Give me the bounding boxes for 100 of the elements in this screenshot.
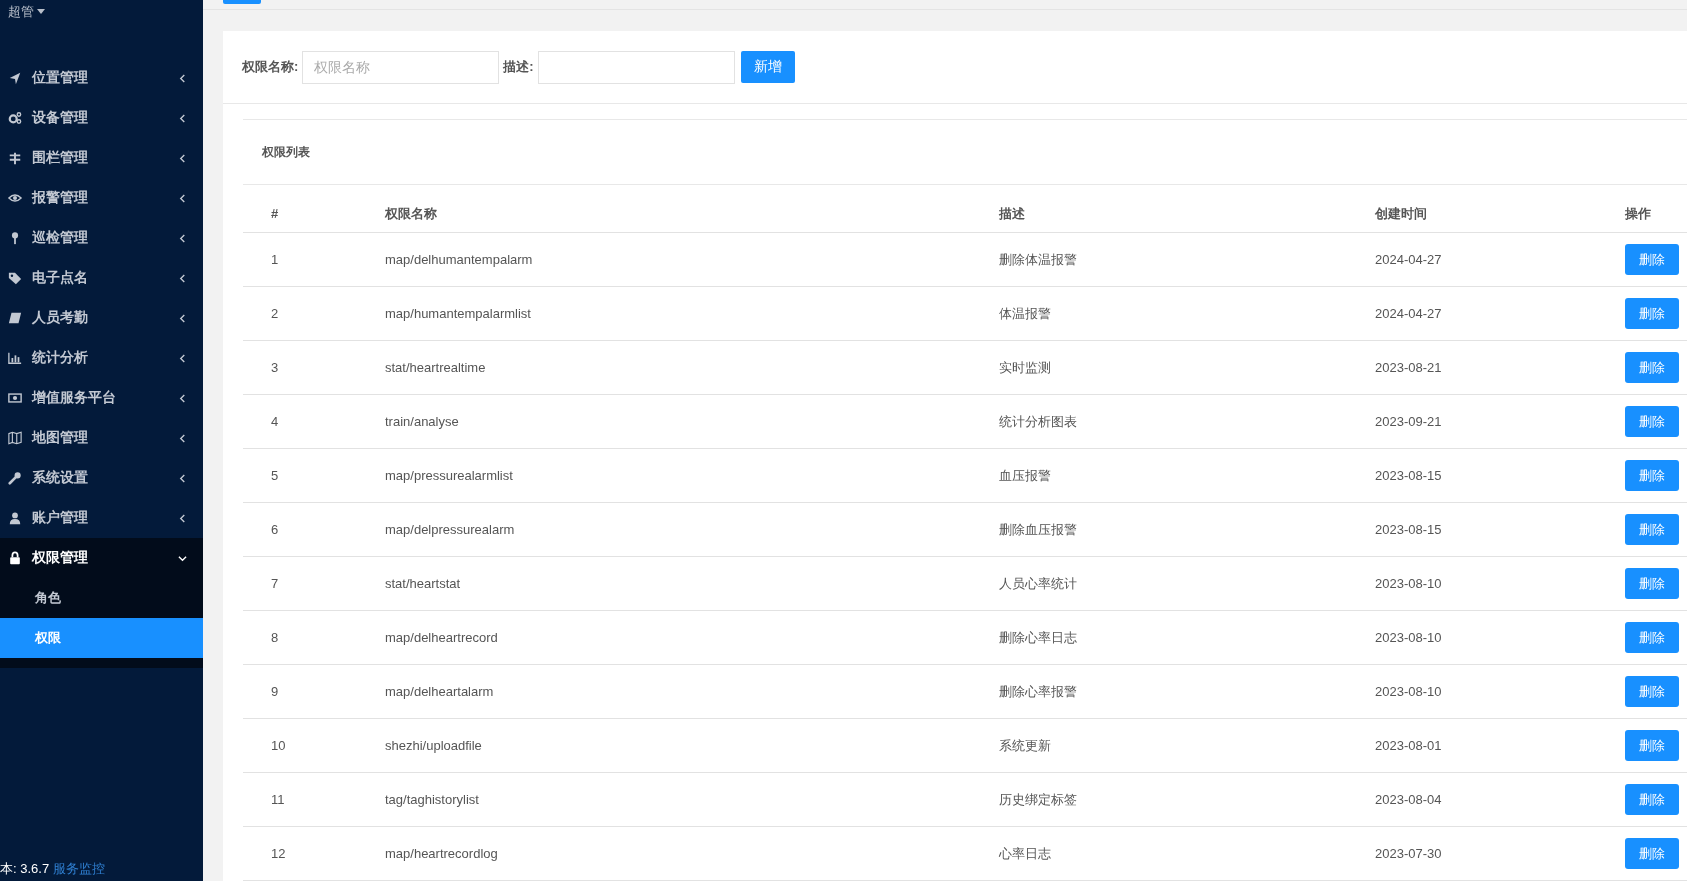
table-cell: 2023-08-10 xyxy=(1375,576,1442,591)
table-cell: shezhi/uploadfile xyxy=(385,738,482,753)
column-header: 描述 xyxy=(999,205,1025,221)
table-cell: train/analyse xyxy=(385,414,459,429)
chevron-left-icon xyxy=(178,153,187,163)
table-cell: 2024-04-27 xyxy=(1375,306,1442,321)
table-cell: 2023-08-15 xyxy=(1375,522,1442,537)
user-icon xyxy=(8,511,22,525)
table-cell: 2 xyxy=(271,306,279,321)
table-cell: 10 xyxy=(271,738,286,753)
sidebar-item[interactable]: 系统设置 xyxy=(0,458,203,498)
table-cell: 3 xyxy=(271,360,279,375)
table-cell: 删除血压报警 xyxy=(999,521,1077,537)
monitor-link[interactable]: 服务监控 xyxy=(53,860,106,878)
table-cell: 统计分析图表 xyxy=(999,413,1077,429)
table-cell: 9 xyxy=(271,684,279,699)
column-header: # xyxy=(271,206,279,221)
description-input-field[interactable] xyxy=(537,50,735,84)
table-cell: 血压报警 xyxy=(999,467,1051,483)
table-cell: 7 xyxy=(271,576,279,591)
tag-icon xyxy=(8,271,22,285)
table-cell: map/delhumantempalarm xyxy=(385,252,533,267)
table-cell: 2023-08-15 xyxy=(1375,468,1442,483)
column-header: 权限名称 xyxy=(385,205,437,221)
table-cell: stat/heartrealtime xyxy=(385,360,486,375)
chevron-left-icon xyxy=(178,473,187,483)
banknote-icon xyxy=(8,391,22,405)
chevron-left-icon xyxy=(178,193,187,203)
sidebar-item[interactable]: 增值服务平台 xyxy=(0,378,203,418)
table-cell: 心率日志 xyxy=(999,845,1051,861)
table-cell: map/delheartrecord xyxy=(385,630,498,645)
chevron-left-icon xyxy=(178,353,187,363)
table-cell: 8 xyxy=(271,630,279,645)
table-cell: 历史绑定标签 xyxy=(999,791,1077,807)
gears-icon xyxy=(8,111,22,125)
chevron-left-icon xyxy=(178,393,187,403)
table-cell: 6 xyxy=(271,522,279,537)
sidebar-item[interactable]: 账户管理 xyxy=(0,498,203,538)
table-cell: map/delheartalarm xyxy=(385,684,494,699)
chevron-left-icon xyxy=(178,313,187,323)
table-cell: 体温报警 xyxy=(999,305,1051,321)
table-cell: 2023-08-10 xyxy=(1375,684,1442,699)
table-cell: 2023-08-04 xyxy=(1375,792,1442,807)
chevron-left-icon xyxy=(178,233,187,243)
table-cell: 2023-08-21 xyxy=(1375,360,1442,375)
chevron-left-icon xyxy=(178,433,187,443)
field-label: 权限名称: xyxy=(242,58,299,76)
table-cell: 删除心率日志 xyxy=(999,629,1077,645)
table-cell: 5 xyxy=(271,468,279,483)
sidebar-item[interactable]: 围栏管理 xyxy=(0,138,203,178)
table-cell: 删除心率报警 xyxy=(999,683,1077,699)
table-cell: 人员心率统计 xyxy=(999,575,1077,591)
sidebar-item[interactable]: 权限管理 xyxy=(0,538,203,578)
sidebar-item[interactable]: 设备管理 xyxy=(0,98,203,138)
table-cell: 2023-07-30 xyxy=(1375,846,1442,861)
chevron-down-icon xyxy=(178,553,187,563)
user-menu[interactable]: 超管 xyxy=(8,3,34,21)
map-icon xyxy=(8,431,22,445)
table-cell: 删除体温报警 xyxy=(999,251,1077,267)
toolbar-button[interactable] xyxy=(223,0,261,4)
table-cell: map/delpressurealarm xyxy=(385,522,515,537)
sidebar-item[interactable]: 位置管理 xyxy=(0,58,203,98)
column-header: 操作 xyxy=(1625,205,1651,221)
table-cell: tag/taghistorylist xyxy=(385,792,479,807)
table-cell: 2023-08-10 xyxy=(1375,630,1442,645)
table-cell: 1 xyxy=(271,252,279,267)
chevron-left-icon xyxy=(178,113,187,123)
field-label: 描述: xyxy=(503,58,534,76)
table-cell: 2023-08-01 xyxy=(1375,738,1442,753)
table-cell: stat/heartstat xyxy=(385,576,461,591)
chevron-left-icon xyxy=(178,513,187,523)
sidebar-subitem[interactable]: 角色 xyxy=(0,578,203,618)
sidebar-item[interactable]: 地图管理 xyxy=(0,418,203,458)
wrench-icon xyxy=(8,471,22,485)
table-cell: 4 xyxy=(271,414,279,429)
sidebar-item[interactable]: 巡检管理 xyxy=(0,218,203,258)
name-input-field[interactable]: 权限名称 xyxy=(302,50,500,84)
sidebar-item[interactable]: 电子点名 xyxy=(0,258,203,298)
panel-title: 权限列表 xyxy=(261,143,310,161)
book-icon xyxy=(8,311,22,325)
table-cell: 实时监测 xyxy=(999,359,1051,375)
sidebar-item[interactable]: 人员考勤 xyxy=(0,298,203,338)
table-cell: 12 xyxy=(271,846,286,861)
chevron-left-icon xyxy=(178,73,187,83)
caret-icon xyxy=(37,9,45,14)
lock-icon xyxy=(8,551,22,565)
table-cell: map/pressurealarmlist xyxy=(385,468,513,483)
table-cell: 系统更新 xyxy=(999,737,1051,753)
table-cell: map/humantempalarmlist xyxy=(385,306,531,321)
table-cell: 2023-09-21 xyxy=(1375,414,1442,429)
sidebar-item[interactable]: 统计分析 xyxy=(0,338,203,378)
bar-chart-icon xyxy=(8,351,22,365)
sidebar-item[interactable]: 报警管理 xyxy=(0,178,203,218)
chevron-left-icon xyxy=(178,273,187,283)
table-cell: 11 xyxy=(271,792,285,807)
eye-icon xyxy=(8,191,22,205)
column-header: 创建时间 xyxy=(1375,205,1427,221)
location-arrow-icon xyxy=(8,71,22,85)
table-cell: 2024-04-27 xyxy=(1375,252,1442,267)
fence-icon xyxy=(8,151,22,165)
